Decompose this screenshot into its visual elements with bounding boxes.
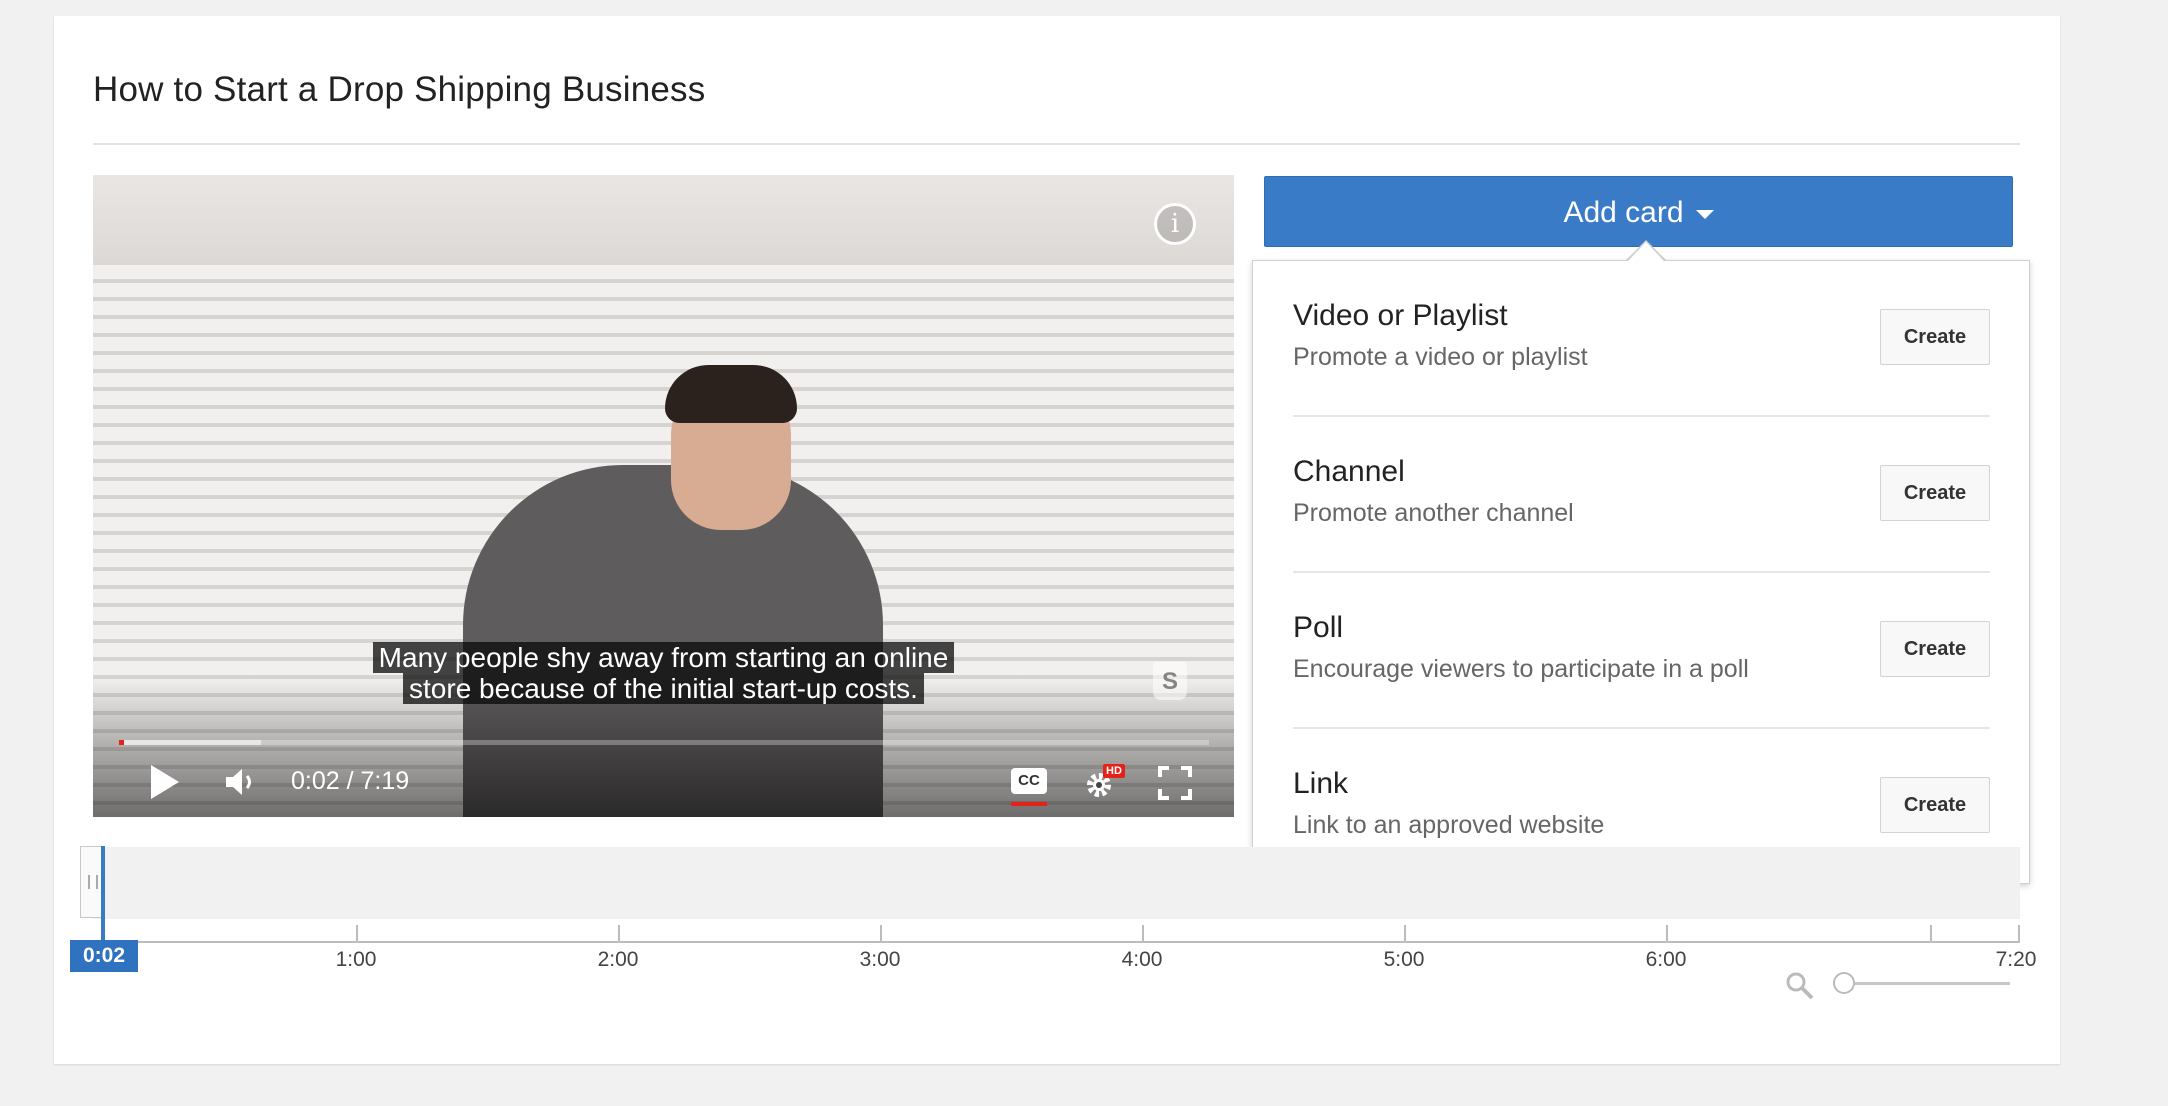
video-progress-bar[interactable]: [119, 740, 1209, 745]
timeline-tick-label: 3:00: [859, 948, 901, 971]
closed-captions-active-indicator: [1011, 802, 1047, 806]
video-time-display: 0:02 / 7:19: [291, 767, 410, 795]
timeline-tick: [1666, 925, 1668, 943]
caption-line-2: store because of the initial start-up co…: [403, 673, 924, 704]
card-option-description: Promote a video or playlist: [1293, 343, 1588, 371]
video-progress-played: [119, 740, 125, 745]
create-channel-card-button[interactable]: Create: [1880, 465, 1990, 521]
card-option-video-playlist: Video or Playlist Promote a video or pla…: [1293, 261, 1990, 417]
page-title: How to Start a Drop Shipping Business: [93, 70, 706, 109]
title-divider: [93, 143, 2020, 145]
shopify-logo-icon: S: [1153, 662, 1187, 700]
card-option-channel: Channel Promote another channel Create: [1293, 417, 1990, 573]
timeline-tick: [880, 925, 882, 943]
add-card-button-label: Add card: [1563, 196, 1684, 229]
timeline-tick-label: 6:00: [1645, 948, 1687, 971]
video-progress-buffered: [119, 740, 261, 745]
chevron-down-icon: [1695, 209, 1714, 219]
grip-icon: [88, 875, 98, 889]
timeline-playhead[interactable]: [101, 846, 105, 952]
add-card-dropdown: Video or Playlist Promote a video or pla…: [1252, 260, 2030, 884]
timeline-drag-handle[interactable]: [80, 846, 102, 918]
volume-icon[interactable]: [223, 765, 259, 799]
card-option-description: Promote another channel: [1293, 499, 1574, 527]
timeline-tick-label: 2:00: [597, 948, 639, 971]
timeline-track[interactable]: [93, 847, 2020, 919]
timeline-tick: [2018, 925, 2020, 943]
timeline-tick-label: 1:00: [335, 948, 377, 971]
timeline-ruler: [93, 941, 2020, 943]
play-icon[interactable]: [151, 765, 179, 799]
info-icon[interactable]: i: [1154, 203, 1196, 245]
closed-captions-icon[interactable]: CC: [1011, 768, 1047, 794]
card-option-title: Poll: [1293, 611, 1344, 644]
video-player[interactable]: i Many people shy away from starting an …: [93, 175, 1234, 817]
card-option-description: Link to an approved website: [1293, 811, 1605, 839]
card-option-description: Encourage viewers to participate in a po…: [1293, 655, 1749, 683]
video-frame-presenter-hair: [665, 365, 797, 423]
create-video-playlist-card-button[interactable]: Create: [1880, 309, 1990, 365]
timeline-tick: [618, 925, 620, 943]
timeline-tick: [1404, 925, 1406, 943]
card-option-poll: Poll Encourage viewers to participate in…: [1293, 573, 1990, 729]
caption-line-1: Many people shy away from starting an on…: [372, 642, 955, 673]
hd-badge: HD: [1103, 764, 1125, 778]
create-link-card-button[interactable]: Create: [1880, 777, 1990, 833]
dropdown-pointer-fill: [1628, 242, 1664, 261]
fullscreen-icon[interactable]: [1157, 765, 1193, 801]
timeline-playhead-label: 0:02: [70, 940, 138, 972]
add-card-button[interactable]: Add card: [1264, 176, 2013, 247]
timeline-tick-label: 7:20: [1995, 948, 2037, 971]
zoom-slider-thumb[interactable]: [1833, 972, 1855, 994]
card-option-title: Link: [1293, 767, 1349, 800]
timeline-tick: [1930, 925, 1932, 943]
timeline-tick-label: 4:00: [1121, 948, 1163, 971]
card-option-title: Video or Playlist: [1293, 299, 1508, 332]
timeline-tick: [356, 925, 358, 943]
video-frame-shade: [93, 175, 1234, 265]
zoom-slider[interactable]: [1845, 982, 2010, 985]
card-option-title: Channel: [1293, 455, 1405, 488]
timeline-tick-label: 5:00: [1383, 948, 1425, 971]
video-caption: Many people shy away from starting an on…: [93, 642, 1234, 704]
timeline-tick: [1142, 925, 1144, 943]
search-icon[interactable]: [1784, 970, 1816, 1002]
create-poll-card-button[interactable]: Create: [1880, 621, 1990, 677]
